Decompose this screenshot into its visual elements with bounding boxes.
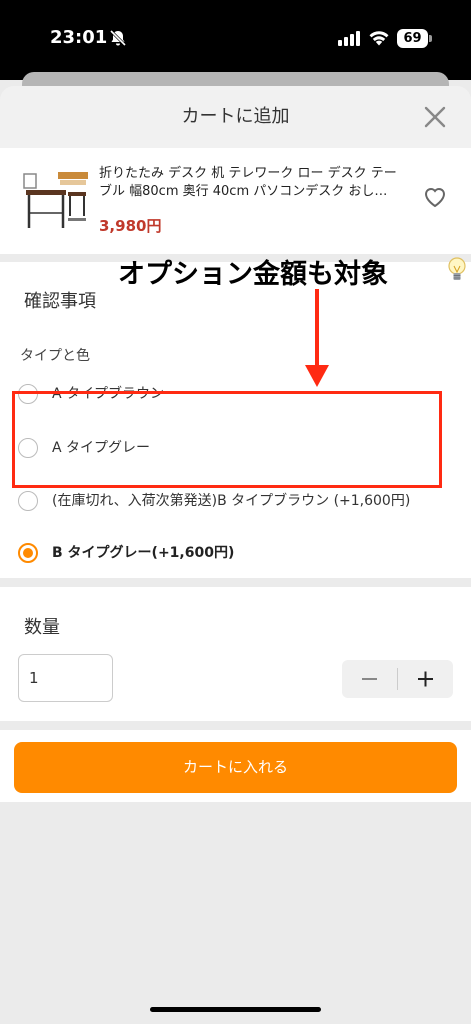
add-to-cart-button[interactable]: カートに入れる (14, 742, 457, 793)
bell-off-icon (109, 29, 127, 47)
home-indicator (150, 1007, 321, 1012)
option-b-brown[interactable]: (在庫切れ、入荷次第発送)B タイプブラウン (+1,600円) (18, 483, 448, 519)
wifi-icon (369, 31, 389, 46)
product-name: 折りたたみ デスク 机 テレワーク ロー デスク テー ブル 幅80cm 奥行 … (99, 165, 399, 201)
radio-button-selected[interactable] (18, 543, 38, 563)
heart-icon[interactable] (422, 184, 448, 210)
plus-icon[interactable] (398, 660, 453, 698)
battery-level: 69 (397, 29, 428, 48)
status-bar: 23:01 69 (0, 0, 471, 80)
battery-icon: 69 (397, 29, 433, 48)
product-thumbnail (20, 168, 90, 234)
quantity-section: 数量 1 (0, 587, 471, 721)
lightbulb-icon (448, 257, 466, 280)
status-time: 23:01 (50, 27, 108, 48)
option-label: タイプと色 (20, 348, 90, 364)
option-b-gray[interactable]: B タイプグレー(+1,600円) (18, 535, 448, 571)
product-name-line2: ブル 幅80cm 奥行 40cm パソコンデスク おし… (99, 184, 388, 199)
quantity-stepper (342, 660, 453, 698)
sheet-header: カートに追加 (0, 86, 471, 148)
cart-button-area: カートに入れる (0, 730, 471, 802)
confirmation-title: 確認事項 (24, 291, 96, 312)
highlight-box (12, 391, 442, 488)
arrow-down-icon (305, 289, 329, 387)
radio-button[interactable] (18, 491, 38, 511)
sheet-title: カートに追加 (181, 106, 290, 127)
product-summary: 折りたたみ デスク 机 テレワーク ロー デスク テー ブル 幅80cm 奥行 … (0, 148, 471, 254)
close-icon[interactable] (422, 104, 448, 130)
product-price: 3,980円 (99, 217, 162, 235)
add-to-cart-sheet: カートに追加 折りたたみ デスク 机 テレワーク ロー デスク テー ブル 幅8… (0, 86, 471, 1024)
annotation-text: オプション金額も対象 (118, 259, 388, 290)
quantity-input[interactable]: 1 (18, 654, 113, 702)
product-name-line1: 折りたたみ デスク 机 テレワーク ロー デスク テー (99, 166, 397, 181)
option-text: B タイプグレー(+1,600円) (52, 545, 235, 561)
signal-icon (338, 31, 360, 46)
minus-icon[interactable] (342, 660, 397, 698)
option-text: (在庫切れ、入荷次第発送)B タイプブラウン (+1,600円) (52, 493, 411, 509)
quantity-title: 数量 (24, 617, 60, 638)
